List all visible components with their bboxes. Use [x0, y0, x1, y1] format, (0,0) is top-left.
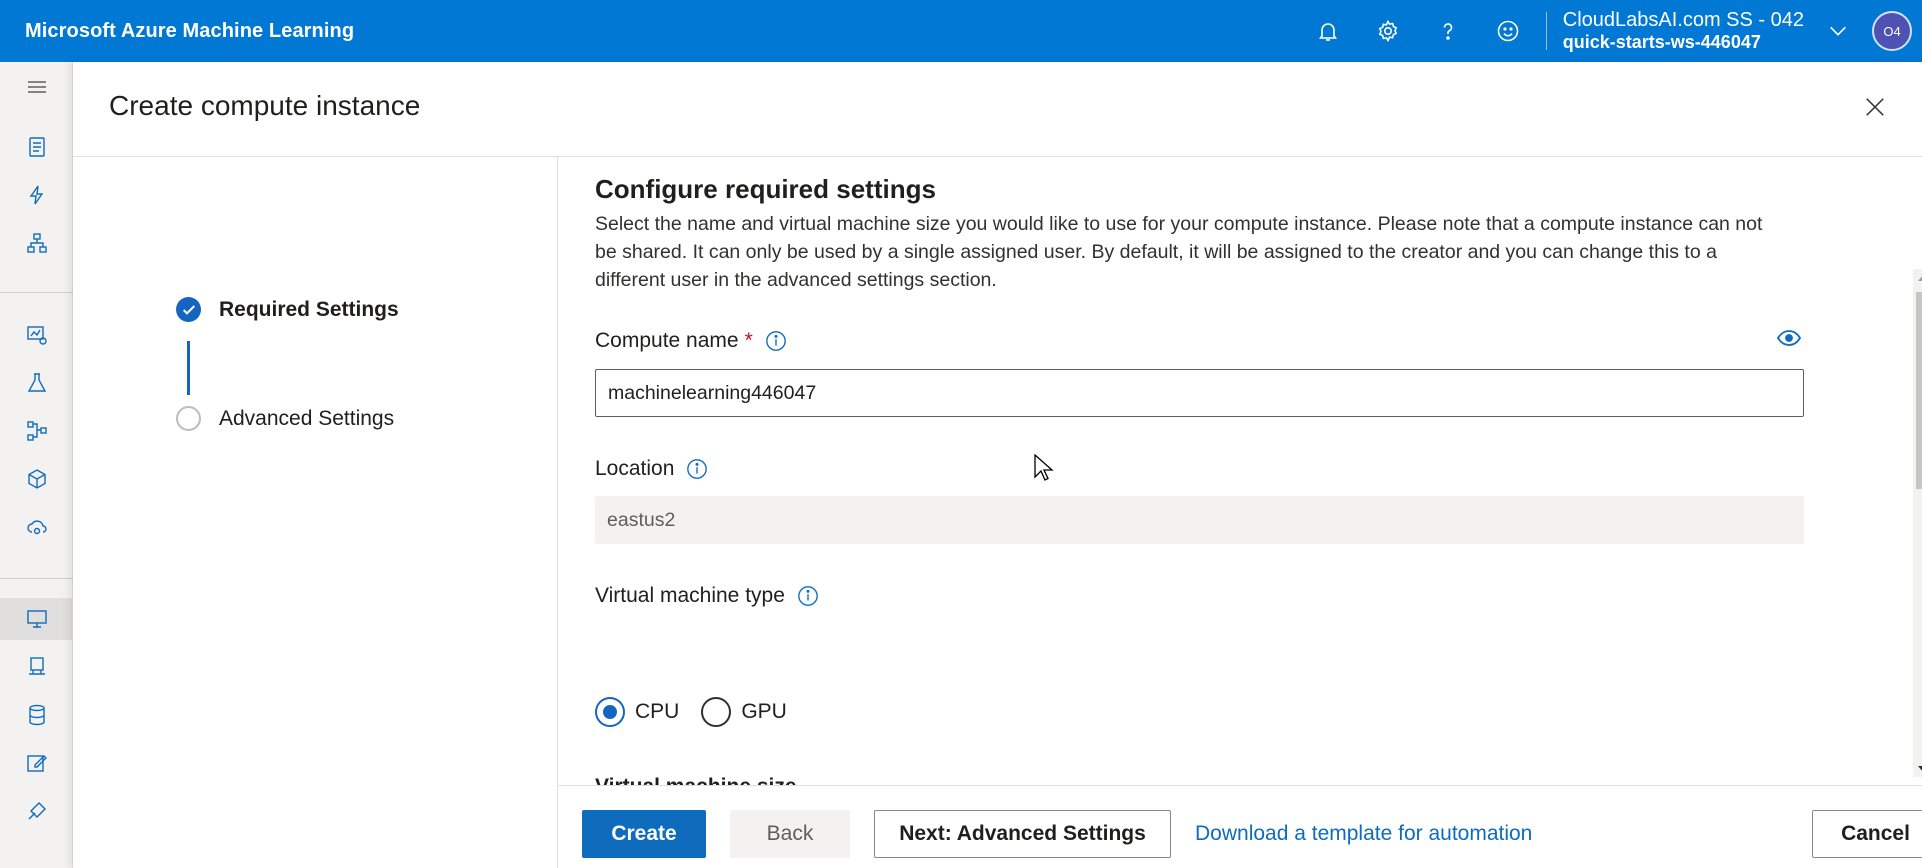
step-circle-icon [176, 406, 201, 431]
compute-icon[interactable] [0, 598, 73, 640]
step-connector [187, 341, 190, 395]
vm-type-radio-group: CPU GPU [595, 697, 809, 727]
section-title: Configure required settings [595, 174, 936, 204]
eye-icon[interactable] [1776, 329, 1803, 349]
help-icon[interactable] [1418, 0, 1478, 62]
step-label: Required Settings [219, 297, 399, 321]
panel-title: Create compute instance [109, 90, 421, 121]
account-info[interactable]: CloudLabsAI.com SS - 042 quick-starts-ws… [1563, 9, 1804, 53]
environments-icon[interactable] [0, 646, 73, 688]
step-label: Advanced Settings [219, 406, 395, 430]
account-name: CloudLabsAI.com SS - 042 [1562, 9, 1804, 31]
location-field: eastus2 [595, 496, 1804, 544]
radio-indicator[interactable] [701, 697, 732, 727]
compute-name-label: Compute name * [595, 329, 787, 353]
avatar[interactable]: O4 [1872, 11, 1912, 51]
info-icon[interactable] [797, 585, 819, 607]
linked-services-icon[interactable] [0, 790, 73, 832]
compute-name-input[interactable]: machinelearning446047 [595, 369, 1804, 417]
data-labeling-icon[interactable] [0, 314, 73, 356]
step-advanced-settings[interactable]: Advanced Settings [176, 406, 394, 431]
automated-ml-icon[interactable] [0, 174, 73, 216]
left-nav-rail [0, 62, 73, 868]
labeling-edit-icon[interactable] [0, 742, 73, 784]
radio-cpu[interactable]: CPU [595, 697, 679, 727]
datastores-icon[interactable] [0, 694, 73, 736]
create-compute-panel: Create compute instance Required Setting… [73, 62, 1922, 868]
designer-icon[interactable] [0, 222, 73, 264]
scroll-up-arrow-icon[interactable] [1913, 269, 1922, 287]
create-button[interactable]: Create [582, 810, 706, 858]
rail-divider [0, 292, 73, 293]
section-description: Select the name and virtual machine size… [595, 213, 1763, 291]
required-mark: * [744, 329, 753, 352]
vm-type-label: Virtual machine type [595, 584, 819, 608]
gear-icon[interactable] [1358, 0, 1418, 62]
top-bar: Microsoft Azure Machine Learning CloudLa… [0, 0, 1922, 62]
compute-name-label-text: Compute name [595, 329, 739, 352]
radio-label: CPU [635, 700, 680, 723]
vm-type-label-text: Virtual machine type [595, 584, 785, 607]
close-icon[interactable] [1858, 90, 1892, 124]
download-template-link[interactable]: Download a template for automation [1195, 822, 1532, 846]
models-icon[interactable] [0, 458, 73, 500]
location-label: Location [595, 457, 708, 481]
wizard-steps: Required Settings Advanced Settings [73, 157, 558, 868]
panel-header: Create compute instance [73, 62, 1922, 157]
checkmark-icon [176, 297, 201, 322]
step-required-settings[interactable]: Required Settings [176, 297, 399, 322]
hamburger-menu-icon[interactable] [0, 66, 73, 108]
smiley-icon[interactable] [1478, 0, 1538, 62]
rail-divider [0, 578, 73, 579]
location-label-text: Location [595, 457, 675, 480]
radio-gpu[interactable]: GPU [701, 697, 787, 727]
scrollbar-thumb[interactable] [1916, 292, 1922, 489]
chevron-down-icon[interactable] [1818, 0, 1858, 62]
settings-content: Configure required settings Select the n… [558, 157, 1922, 787]
radio-indicator[interactable] [595, 697, 625, 727]
panel-footer: Create Back Next: Advanced Settings Down… [558, 785, 1922, 868]
radio-label: GPU [741, 700, 787, 723]
info-icon[interactable] [765, 330, 787, 352]
next-advanced-settings-button[interactable]: Next: Advanced Settings [874, 810, 1171, 858]
cancel-button[interactable]: Cancel [1812, 810, 1922, 858]
info-icon[interactable] [686, 458, 708, 480]
top-bar-divider [1545, 12, 1547, 50]
top-bar-actions: CloudLabsAI.com SS - 042 quick-starts-ws… [1298, 0, 1922, 62]
workspace-name: quick-starts-ws-446047 [1562, 32, 1761, 52]
experiments-icon[interactable] [0, 362, 73, 404]
bell-icon[interactable] [1298, 0, 1358, 62]
scroll-down-arrow-icon[interactable] [1913, 760, 1922, 778]
pipelines-icon[interactable] [0, 410, 73, 452]
mouse-cursor-icon [1034, 453, 1056, 484]
notebook-icon[interactable] [0, 126, 73, 168]
back-button[interactable]: Back [730, 810, 850, 858]
endpoints-icon[interactable] [0, 506, 73, 548]
app-brand[interactable]: Microsoft Azure Machine Learning [25, 20, 354, 43]
